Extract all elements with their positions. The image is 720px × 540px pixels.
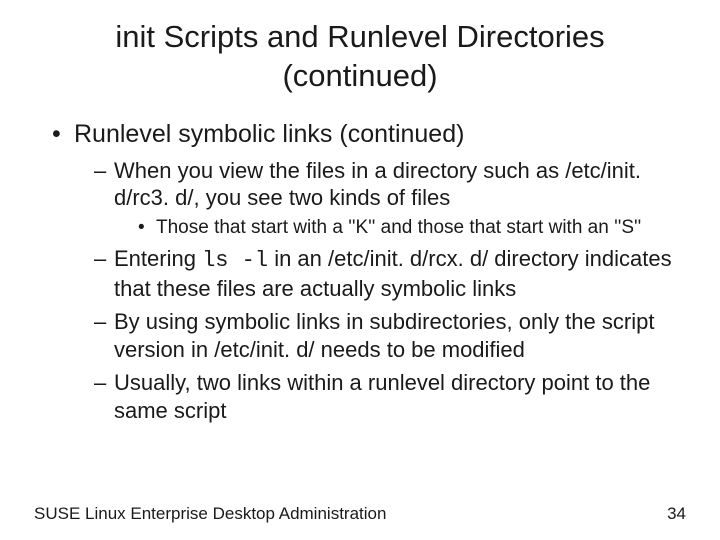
lvl2-text: By using symbolic links in subdirectorie…: [114, 309, 654, 362]
lvl1-text: Runlevel symbolic links (continued): [74, 120, 464, 148]
title-line-2: (continued): [282, 58, 437, 93]
title-line-1: init Scripts and Runlevel Directories: [115, 19, 604, 54]
bullet-list-level3: Those that start with a ''K'' and those …: [114, 216, 686, 240]
lvl2-text: Usually, two links within a runlevel dir…: [114, 370, 650, 423]
list-item: Runlevel symbolic links (continued) When…: [52, 120, 686, 425]
list-item: Those that start with a ''K'' and those …: [138, 216, 686, 240]
list-item: Entering ls -l in an /etc/init. d/rcx. d…: [94, 245, 686, 302]
footer-left: SUSE Linux Enterprise Desktop Administra…: [34, 504, 386, 524]
code-text: ls -l: [202, 248, 268, 273]
lvl2-text-part-a: Entering: [114, 246, 202, 271]
list-item: Usually, two links within a runlevel dir…: [94, 369, 686, 424]
bullet-list-level1: Runlevel symbolic links (continued) When…: [34, 120, 686, 425]
slide-footer: SUSE Linux Enterprise Desktop Administra…: [34, 504, 686, 524]
lvl3-text: Those that start with a ''K'' and those …: [156, 217, 641, 238]
bullet-list-level2: When you view the files in a directory s…: [74, 157, 686, 425]
page-number: 34: [667, 504, 686, 524]
lvl2-text: When you view the files in a directory s…: [114, 158, 641, 211]
list-item: By using symbolic links in subdirectorie…: [94, 308, 686, 363]
slide-title: init Scripts and Runlevel Directories (c…: [34, 18, 686, 96]
slide: init Scripts and Runlevel Directories (c…: [0, 0, 720, 540]
list-item: When you view the files in a directory s…: [94, 157, 686, 240]
